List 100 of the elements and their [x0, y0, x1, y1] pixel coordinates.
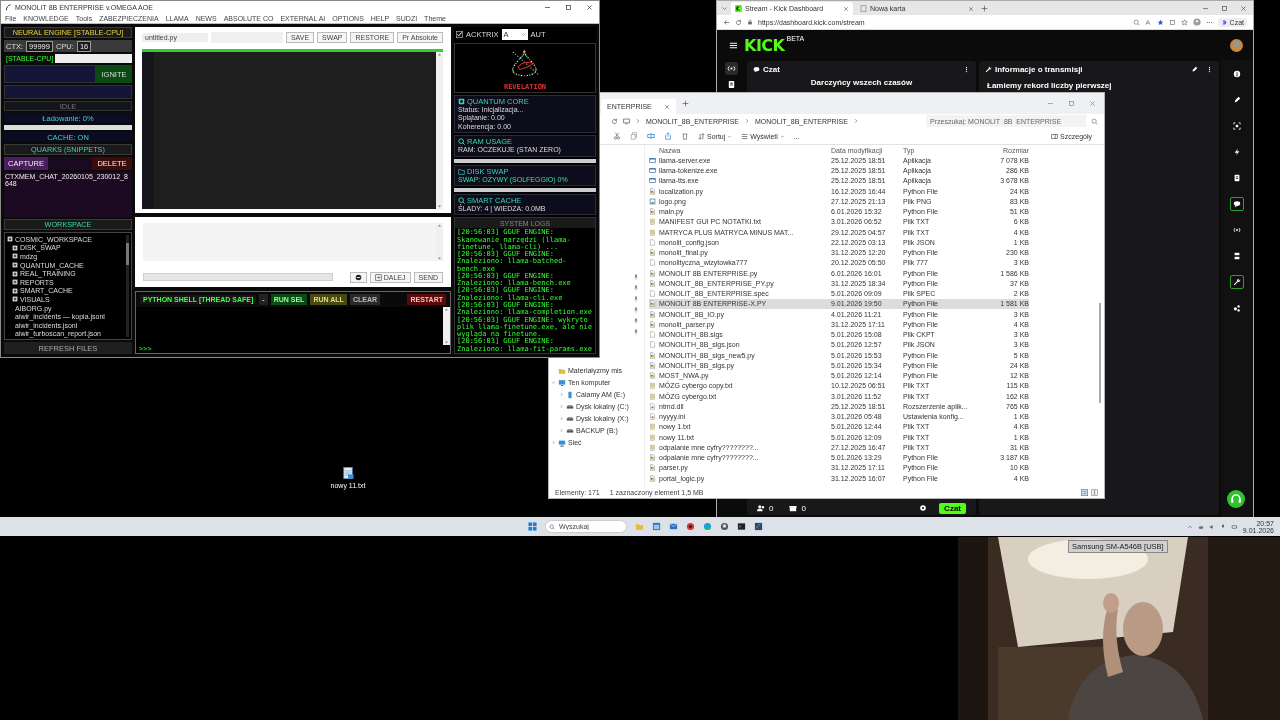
doc-icon	[726, 80, 736, 89]
magnifier-icon	[458, 138, 465, 146]
prompt-field[interactable]	[4, 65, 96, 83]
cloud-icon[interactable]	[1197, 523, 1204, 530]
script-file-icon	[649, 249, 656, 257]
pencil-icon[interactable]	[1191, 65, 1198, 73]
share-icon[interactable]	[664, 132, 672, 140]
notepad-icon	[649, 218, 656, 226]
kebab-icon[interactable]	[1206, 65, 1213, 73]
back-icon[interactable]	[723, 18, 730, 26]
speaker-icon[interactable]	[1208, 523, 1215, 530]
page-icon	[860, 5, 867, 12]
rail-button[interactable]	[1230, 119, 1244, 133]
terminal-icon[interactable]	[737, 522, 746, 531]
gear-file-icon	[649, 413, 656, 421]
gift-icon	[789, 504, 798, 512]
checkbox-icon[interactable]	[456, 30, 463, 38]
broadcast-icon	[726, 64, 736, 73]
pin-icon[interactable]	[633, 329, 639, 335]
start-icon[interactable]	[528, 522, 537, 531]
copy-icon[interactable]	[630, 132, 638, 140]
close-icon[interactable]	[1240, 4, 1247, 12]
pin-icon[interactable]	[633, 285, 639, 291]
globe-icon[interactable]	[703, 522, 712, 531]
input-field[interactable]	[143, 273, 333, 281]
new-tab-icon[interactable]	[981, 4, 988, 12]
feather-icon	[5, 3, 12, 11]
expand-icon[interactable]	[551, 380, 556, 385]
stop-icon	[354, 273, 362, 281]
star-outline-icon[interactable]	[1180, 18, 1188, 26]
headset-icon[interactable]	[1227, 490, 1245, 508]
zoom-icon[interactable]	[1132, 18, 1140, 26]
nav-button[interactable]	[724, 62, 738, 75]
stop-button[interactable]	[349, 271, 367, 283]
reload-icon[interactable]	[735, 18, 742, 26]
window-icon[interactable]	[652, 522, 661, 531]
puzzle-icon[interactable]	[1168, 18, 1176, 26]
read-aloud-icon[interactable]	[1144, 18, 1152, 26]
node-icon	[12, 296, 18, 303]
star-icon[interactable]	[1156, 18, 1164, 26]
scroll-down-icon[interactable]	[444, 340, 449, 345]
chip-icon	[458, 98, 465, 105]
tab-list-icon[interactable]	[721, 4, 728, 12]
maximize-icon[interactable]	[565, 3, 572, 11]
chat-button[interactable]: Czat	[939, 502, 966, 514]
expand-icon[interactable]	[559, 416, 564, 421]
editor-icon[interactable]	[754, 522, 763, 531]
tray-caret-icon[interactable]	[1186, 523, 1193, 530]
delete-icon[interactable]	[681, 132, 689, 140]
pin-icon[interactable]	[633, 307, 639, 313]
notepad-icon	[649, 443, 656, 451]
close-icon[interactable]	[663, 103, 670, 110]
ring-icon[interactable]	[686, 522, 695, 531]
cut-icon[interactable]	[613, 132, 621, 140]
notepad-icon	[649, 382, 656, 390]
profile-icon[interactable]	[1192, 18, 1201, 26]
blank-file-icon	[649, 238, 656, 246]
reload-icon[interactable]	[611, 117, 618, 125]
rename-icon[interactable]	[647, 132, 655, 140]
new-tab-icon[interactable]	[681, 100, 689, 107]
script-file-icon	[649, 279, 656, 287]
broadcast-icon	[1233, 226, 1241, 234]
pin-icon[interactable]	[633, 318, 639, 324]
rail-button[interactable]	[1230, 275, 1244, 289]
scroll-up-icon[interactable]	[437, 223, 442, 228]
battery-icon[interactable]	[1230, 523, 1238, 530]
maximize-icon[interactable]	[1221, 4, 1228, 12]
gear-icon[interactable]	[919, 504, 928, 512]
close-icon[interactable]	[1089, 100, 1096, 107]
avatar-icon[interactable]	[1230, 38, 1243, 52]
expand-icon[interactable]	[551, 440, 556, 445]
notepad-icon[interactable]	[341, 466, 355, 480]
kebab-icon[interactable]	[963, 65, 970, 73]
rail-button[interactable]	[1230, 197, 1244, 211]
app-file-icon	[649, 177, 656, 185]
expand-icon[interactable]	[559, 428, 564, 433]
scroll-down-icon[interactable]	[437, 204, 442, 209]
tiles-view-icon[interactable]	[1091, 489, 1098, 496]
notepad-icon	[649, 228, 656, 236]
info-icon	[1233, 70, 1241, 78]
pin-icon[interactable]	[633, 274, 639, 280]
maximize-icon[interactable]	[1068, 100, 1075, 107]
expand-icon[interactable]	[559, 392, 564, 397]
share-icon	[1233, 304, 1241, 312]
menu-icon[interactable]	[729, 40, 738, 50]
caret-icon	[520, 31, 526, 37]
close-icon[interactable]	[586, 3, 593, 11]
close-icon[interactable]	[968, 5, 974, 12]
script-file-icon	[649, 464, 656, 472]
details-view-icon[interactable]	[1081, 489, 1088, 496]
pin-icon[interactable]	[633, 296, 639, 302]
scroll-down-icon[interactable]	[437, 256, 442, 261]
arrow-icon	[374, 273, 382, 281]
minimize-icon[interactable]	[1047, 100, 1054, 107]
envelope-icon[interactable]	[669, 522, 678, 531]
search-icon[interactable]	[1091, 117, 1098, 125]
script-file-icon	[649, 269, 656, 277]
expand-icon[interactable]	[559, 404, 564, 409]
panel-text: Łamiemy rekord liczby pierwszej	[986, 80, 1113, 90]
close-icon[interactable]	[843, 5, 849, 12]
